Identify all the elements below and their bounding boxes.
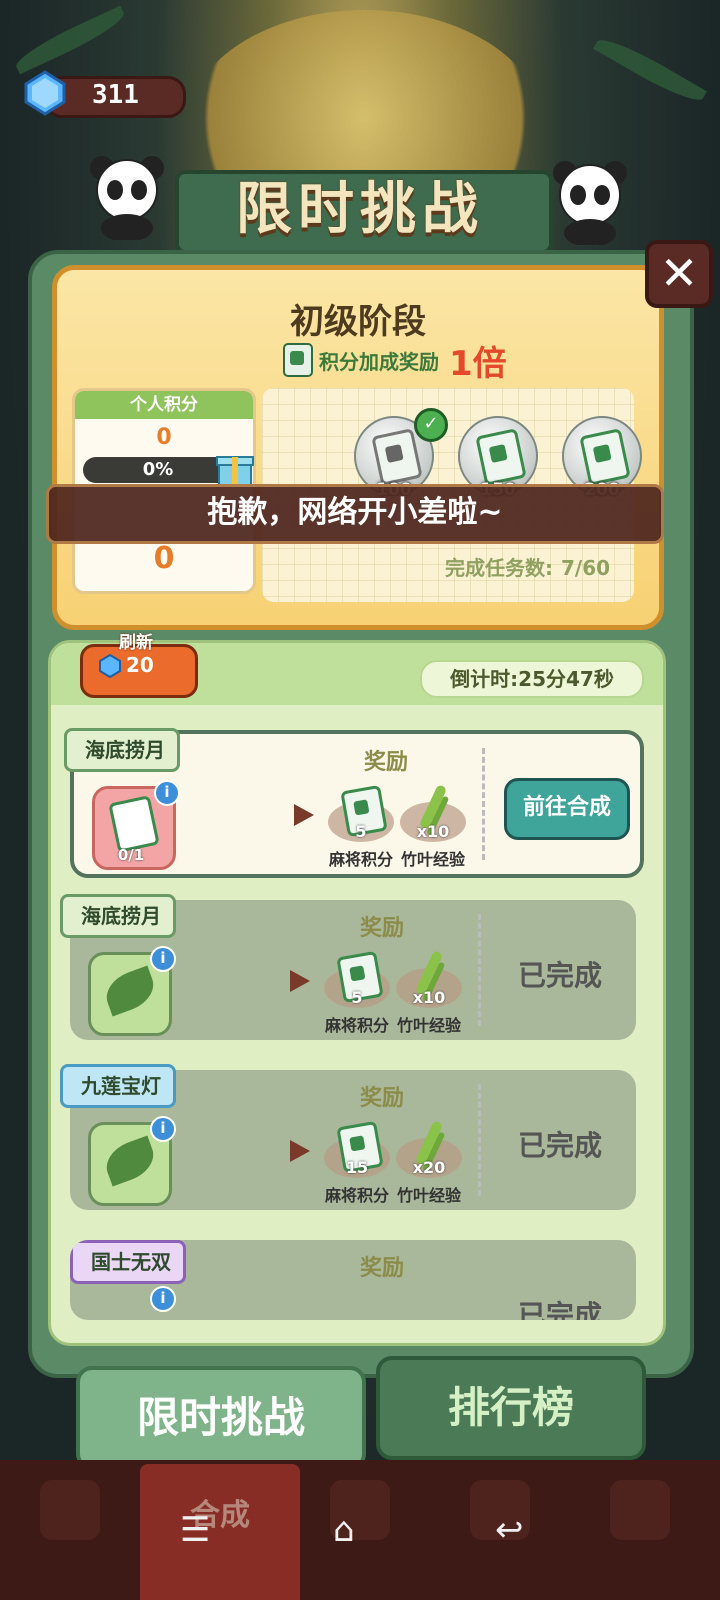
- reward-qty: x10: [412, 988, 446, 1007]
- reward-qty: 5: [355, 822, 367, 841]
- gift-icon[interactable]: [215, 447, 255, 487]
- task-tag: 九莲宝灯: [60, 1064, 176, 1108]
- refresh-button[interactable]: 刷新 20: [80, 628, 198, 698]
- mahjong-tile-icon: [371, 428, 423, 486]
- reward-name: 麻将积分: [328, 850, 393, 869]
- reward-mahjong-points: 5 麻将积分: [326, 784, 396, 869]
- reward-name: 麻将积分: [324, 1186, 389, 1205]
- refresh-label: 刷新: [119, 633, 153, 653]
- completed-label: 已完成: [517, 1299, 602, 1320]
- tea-basket-icon: [100, 1135, 160, 1187]
- refresh-cost: 20: [126, 653, 154, 677]
- task-row: 海底捞月 0/1 i 奖励 5 麻将积分 x10 竹叶经验 前往合成: [64, 728, 644, 878]
- event-banner: 限时挑战: [175, 150, 553, 254]
- reward-name: 竹叶经验: [396, 1186, 461, 1205]
- mahjong-tile-icon: [283, 343, 313, 377]
- completed-label: 已完成: [517, 959, 602, 992]
- reward-title: 奖励: [360, 916, 405, 941]
- reward-qty: x10: [416, 822, 450, 841]
- tasks-done-value: 7/60: [561, 556, 611, 580]
- network-error-toast: 抱歉，网络开小差啦~: [46, 484, 664, 544]
- bonus-row: 积分加成奖励 1倍: [283, 342, 507, 384]
- close-icon: ✕: [659, 246, 699, 300]
- reward-name: 麻将积分: [324, 1016, 389, 1035]
- reward-qty: 5: [351, 988, 363, 1007]
- diamond-icon: [99, 654, 121, 678]
- task-tag: 海底捞月: [60, 894, 176, 938]
- countdown-timer: 倒计时:25分47秒: [420, 660, 644, 698]
- mahjong-tile-icon: [108, 795, 160, 853]
- close-button[interactable]: ✕: [645, 240, 713, 308]
- arrow-right-icon: [290, 1140, 310, 1162]
- gem-counter[interactable]: 311: [22, 70, 186, 118]
- task-tag: 海底捞月: [64, 728, 180, 772]
- reward-mahjong-points: 5 麻将积分: [322, 950, 392, 1035]
- go-merge-button[interactable]: 前往合成: [504, 778, 630, 840]
- tab-leaderboard[interactable]: 排行榜: [376, 1356, 646, 1460]
- home-icon[interactable]: ⌂: [333, 1510, 355, 1550]
- bottom-tab-merge[interactable]: 合成: [140, 1464, 300, 1600]
- reward-qty: x20: [412, 1158, 446, 1177]
- completed-label: 已完成: [517, 1129, 602, 1162]
- info-icon[interactable]: i: [150, 1116, 176, 1142]
- personal-score-label: 个人积分: [75, 391, 253, 419]
- menu-icon[interactable]: ☰: [180, 1510, 210, 1550]
- reward-bamboo-exp: x10 竹叶经验: [394, 950, 464, 1035]
- tab-limited-challenge[interactable]: 限时挑战: [76, 1366, 366, 1470]
- bus-icon[interactable]: [610, 1480, 670, 1540]
- reward-bamboo-exp: x10 竹叶经验: [398, 784, 468, 869]
- stage-title: 初级阶段: [290, 302, 426, 342]
- back-icon[interactable]: ↩: [495, 1510, 524, 1550]
- divider: [478, 1084, 481, 1196]
- reward-title: 奖励: [364, 750, 409, 775]
- reward-name: 竹叶经验: [400, 850, 465, 869]
- tasks-done-label: 完成任务数:: [445, 556, 553, 580]
- mahjong-tile-icon: [579, 428, 631, 486]
- panda-right-icon: [553, 161, 627, 245]
- bonus-label: 积分加成奖励: [319, 349, 439, 374]
- gem-count: 311: [92, 80, 139, 110]
- panda-left-icon: [90, 156, 164, 240]
- reward-qty: 15: [345, 1158, 369, 1177]
- task-row: 海底捞月 i 奖励 5 麻将积分 x10 竹叶经验 已完成: [60, 894, 636, 1040]
- reward-title: 奖励: [360, 1086, 405, 1111]
- arrow-right-icon: [294, 804, 314, 826]
- task-progress: 0/1: [117, 846, 145, 864]
- tasks-done: 完成任务数: 7/60: [445, 552, 610, 581]
- divider: [478, 914, 481, 1026]
- divider: [482, 748, 485, 860]
- check-icon: ✓: [414, 408, 448, 442]
- diamond-icon: [24, 70, 66, 116]
- bag-icon[interactable]: [40, 1480, 100, 1540]
- reward-name: 竹叶经验: [396, 1016, 461, 1035]
- reward-mahjong-points: 15 麻将积分: [322, 1120, 392, 1205]
- mahjong-tile-icon: [475, 428, 527, 486]
- banner-title: 限时挑战: [236, 177, 484, 242]
- reward-title: 奖励: [360, 1256, 405, 1281]
- bonus-multiplier: 1倍: [449, 343, 507, 384]
- info-icon[interactable]: i: [150, 946, 176, 972]
- info-icon[interactable]: i: [150, 1286, 176, 1312]
- task-row: 国士无双 i 奖励 已完成: [70, 1240, 636, 1320]
- arrow-right-icon: [290, 970, 310, 992]
- task-row: 九莲宝灯 i 奖励 15 麻将积分 x20 竹叶经验 已完成: [60, 1064, 636, 1210]
- task-tag: 国士无双: [70, 1240, 186, 1284]
- bottom-tab-merge-label: 合成: [190, 1498, 250, 1533]
- tea-leaf-icon: [100, 965, 160, 1017]
- reward-bamboo-exp: x20 竹叶经验: [394, 1120, 464, 1205]
- rank-value: 0: [153, 541, 175, 576]
- score-progress-percent: 0%: [142, 459, 174, 480]
- info-icon[interactable]: i: [154, 780, 180, 806]
